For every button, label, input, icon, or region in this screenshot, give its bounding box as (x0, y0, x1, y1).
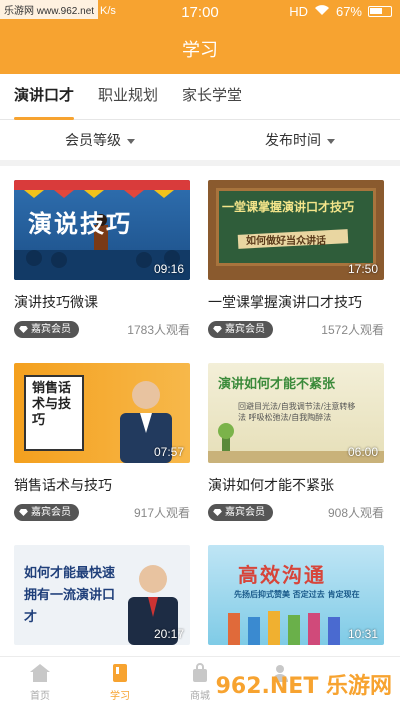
thumbnail-title: 演讲如何才能不紧张 (218, 377, 336, 392)
video-duration: 09:16 (153, 262, 184, 276)
video-duration: 06:00 (347, 445, 378, 459)
diamond-icon (213, 326, 222, 333)
video-duration: 07:57 (153, 445, 184, 459)
course-card[interactable]: 如何才能最快速拥有一流演讲口才 20:17 (14, 545, 190, 645)
category-tabs: 演讲口才 职业规划 家长学堂 (0, 74, 400, 120)
course-card[interactable]: 一堂课掌握演讲口才技巧 如何做好当众讲话 17:50 一堂课掌握演讲口才技巧 嘉… (208, 180, 384, 338)
thumbnail-title: 高效沟通 (238, 563, 326, 587)
course-card[interactable]: 演讲如何才能不紧张 回避目光法/自我调节法/注意转移法 呼吸松弛法/自我陶醉法 … (208, 363, 384, 521)
wifi-icon (314, 4, 330, 19)
tab-career[interactable]: 职业规划 (98, 74, 158, 119)
site-watermark-logo: 962.NET 乐游网 (215, 674, 392, 699)
view-count: 917人观看 (133, 506, 190, 520)
view-count: 908人观看 (327, 506, 384, 520)
view-count: 1572人观看 (321, 323, 384, 337)
course-thumbnail[interactable]: 演讲如何才能不紧张 回避目光法/自我调节法/注意转移法 呼吸松弛法/自我陶醉法 … (208, 363, 384, 463)
thumbnail-subtitle: 回避目光法/自我调节法/注意转移法 呼吸松弛法/自我陶醉法 (238, 402, 356, 422)
thumbnail-title: 演说技巧 (28, 209, 132, 238)
thumbnail-subtitle: 如何做好当众讲话 (246, 236, 326, 247)
battery-icon (368, 6, 392, 17)
thumbnail-subtitle: 先扬后抑式赞美 否定过去 肯定现在 (234, 590, 360, 599)
section-divider (0, 160, 400, 166)
thumbnail-title: 如何才能最快速拥有一流演讲口才 (24, 566, 116, 625)
video-duration: 17:50 (347, 262, 378, 276)
thumbnail-title: 销售话术与技巧 (32, 381, 72, 428)
diamond-icon (213, 509, 222, 516)
view-count: 1783人观看 (127, 323, 190, 337)
thumbnail-title: 一堂课掌握演讲口才技巧 (222, 200, 355, 214)
course-thumbnail[interactable]: 演说技巧 09:16 (14, 180, 190, 280)
caret-down-icon (327, 138, 335, 144)
tab-speech[interactable]: 演讲口才 (14, 74, 75, 120)
status-bar: 乐游网 www.962.net K/s 17:00 HD 67% (0, 0, 400, 26)
badge-label: 嘉宾会员 (31, 507, 71, 518)
course-title: 演讲如何才能不紧张 (208, 477, 334, 493)
badge-label: 嘉宾会员 (225, 324, 265, 335)
bag-icon (193, 663, 207, 682)
nav-study[interactable]: 学习 (80, 657, 160, 710)
course-card[interactable]: 销售话术与技巧 07:57 销售话术与技巧 嘉宾会员 917人观看 (14, 363, 190, 521)
course-card[interactable]: 演说技巧 09:16 演讲技巧微课 嘉宾会员 1783人观看 (14, 180, 190, 338)
course-thumbnail[interactable]: 如何才能最快速拥有一流演讲口才 20:17 (14, 545, 190, 645)
course-title: 销售话术与技巧 (14, 477, 112, 493)
course-title: 演讲技巧微课 (14, 294, 98, 310)
nav-label: 首页 (30, 691, 50, 702)
member-badge: 嘉宾会员 (208, 321, 273, 338)
filter-bar: 会员等级 发布时间 (0, 120, 400, 160)
tab-parents[interactable]: 家长学堂 (182, 74, 242, 119)
course-thumbnail[interactable]: 一堂课掌握演讲口才技巧 如何做好当众讲话 17:50 (208, 180, 384, 280)
network-type: HD (289, 4, 308, 19)
member-level-filter[interactable]: 会员等级 (0, 120, 200, 160)
battery-percent: 67% (335, 4, 362, 19)
member-badge: 嘉宾会员 (14, 504, 79, 521)
nav-label: 学习 (110, 691, 130, 702)
diamond-icon (19, 326, 28, 333)
home-icon (30, 664, 50, 682)
book-icon (113, 664, 127, 682)
badge-label: 嘉宾会员 (31, 324, 71, 335)
badge-label: 嘉宾会员 (225, 507, 265, 518)
video-duration: 20:17 (153, 627, 184, 641)
video-duration: 10:31 (347, 627, 378, 641)
member-badge: 嘉宾会员 (14, 321, 79, 338)
course-card[interactable]: 高效沟通 先扬后抑式赞美 否定过去 肯定现在 10:31 (208, 545, 384, 645)
course-thumbnail[interactable]: 销售话术与技巧 07:57 (14, 363, 190, 463)
diamond-icon (19, 509, 28, 516)
caret-down-icon (127, 138, 135, 144)
course-title: 一堂课掌握演讲口才技巧 (208, 294, 362, 310)
publish-time-filter[interactable]: 发布时间 (200, 120, 400, 160)
filter-label: 会员等级 (65, 132, 121, 148)
nav-label: 商城 (190, 691, 210, 702)
filter-label: 发布时间 (265, 132, 321, 148)
nav-home[interactable]: 首页 (0, 657, 80, 710)
member-badge: 嘉宾会员 (208, 504, 273, 521)
course-thumbnail[interactable]: 高效沟通 先扬后抑式赞美 否定过去 肯定现在 10:31 (208, 545, 384, 645)
page-title: 学习 (0, 26, 400, 74)
